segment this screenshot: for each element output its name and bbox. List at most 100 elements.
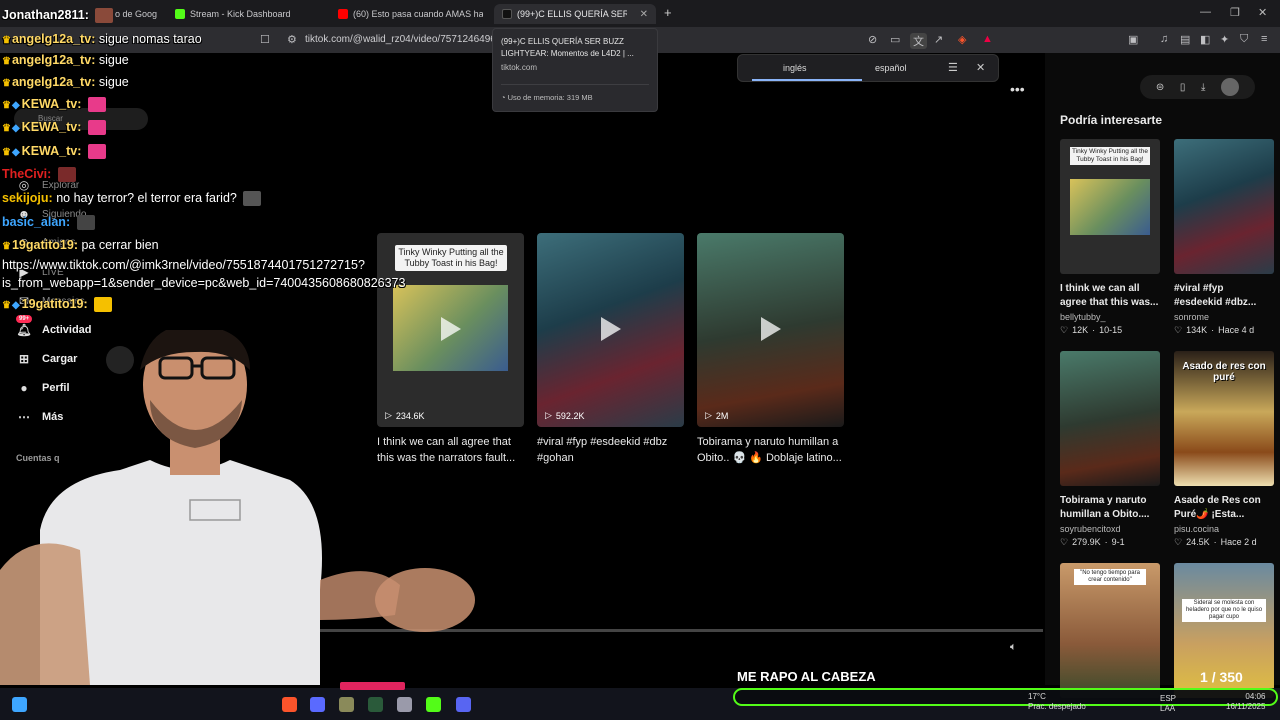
heart-icon: ♡ — [1174, 537, 1183, 547]
video-thumbnail[interactable]: ▷ 592.2K — [537, 233, 684, 427]
translate-menu-icon[interactable]: ☰ — [948, 61, 958, 74]
rail-thumbnail[interactable] — [1174, 139, 1274, 274]
rail-thumbnail[interactable]: "No tengo tiempo para crear contenido" — [1060, 563, 1160, 698]
chat-username[interactable]: angelg12a_tv — [12, 53, 91, 67]
rail-author[interactable]: pisu.cocina — [1174, 524, 1274, 534]
tab-youtube[interactable]: (60) Esto pasa cuando AMAS hasta el... — [338, 4, 483, 24]
tab-tiktok[interactable]: (99+)C ELLIS QUERÍA SER BUZZ ✕ — [494, 4, 656, 24]
chat-username[interactable]: angelg12a_tv — [12, 32, 91, 46]
close-icon[interactable]: ✕ — [640, 9, 648, 20]
thumbnail-caption: Asado de res con puré — [1182, 361, 1266, 383]
weather-widget[interactable]: 17°C Prac. despejado — [1028, 692, 1086, 712]
share-icon[interactable]: ↗ — [934, 33, 943, 46]
rail-caption[interactable]: #viral #fyp #esdeekid #dbz... — [1174, 282, 1274, 310]
windows-start-icon[interactable] — [12, 697, 27, 712]
discord-icon[interactable] — [456, 697, 471, 712]
rail-video-card[interactable]: Tobirama y naruto humillan a Obito.... s… — [1060, 351, 1160, 548]
target-language-tab[interactable]: español — [875, 63, 907, 73]
chat-username[interactable]: KEWA_tv — [22, 120, 78, 134]
video-card[interactable]: ▷ 592.2K #viral #fyp #esdeekid #dbz #goha… — [537, 233, 684, 466]
app-icon[interactable] — [310, 697, 325, 712]
youtube-icon — [338, 9, 348, 19]
kick-icon[interactable] — [426, 697, 441, 712]
rail-video-card[interactable]: "No tengo tiempo para crear contenido" — [1060, 563, 1160, 698]
emote-icon — [94, 297, 113, 313]
chat-username[interactable]: Jonathan2811 — [2, 8, 85, 22]
rail-thumbnail[interactable]: Tinky Winky Putting all the Tubby Toast … — [1060, 139, 1160, 274]
download-icon[interactable]: ⤓ — [1201, 82, 1205, 93]
chat-username[interactable]: basic_alan — [2, 215, 66, 229]
rewards-icon[interactable]: ▲ — [982, 33, 993, 45]
chat-username[interactable]: TheCivi — [2, 167, 47, 181]
brave-shield-icon[interactable]: ◈ — [958, 33, 966, 46]
chat-link[interactable]: is_from_webapp=1&sender_device=pc&web_id… — [2, 276, 405, 290]
rail-video-card[interactable]: Asado de res con puré Asado de Res con P… — [1174, 351, 1274, 548]
video-caption[interactable]: Tobirama y naruto humillan a Obito.. 💀 🔥… — [697, 434, 844, 466]
rail-author[interactable]: bellytubby_ — [1060, 312, 1160, 322]
tab-kick-dashboard[interactable]: Stream - Kick Dashboard — [175, 4, 325, 24]
tab-label: (60) Esto pasa cuando AMAS hasta el... — [353, 9, 483, 19]
language-indicator[interactable]: ESP LAA — [1160, 694, 1176, 714]
cast-icon[interactable]: ▭ — [890, 33, 900, 46]
chat-link[interactable]: https://www.tiktok.com/@imk3rnel/video/7… — [2, 258, 365, 272]
video-card[interactable]: ▷ 2M Tobirama y naruto humillan a Obito..… — [697, 233, 844, 466]
no-tracking-icon[interactable]: ⊘ — [868, 33, 877, 46]
bookmark-icon[interactable]: ☐ — [260, 33, 270, 46]
translate-icon[interactable]: 文 — [910, 33, 927, 49]
close-window-icon[interactable]: ✕ — [1258, 6, 1267, 19]
system-clock[interactable]: 04:06 16/11/2025 — [1226, 692, 1265, 712]
kick-icon — [175, 9, 185, 19]
rail-video-card[interactable]: Tinky Winky Putting all the Tubby Toast … — [1060, 139, 1160, 336]
rail-video-card[interactable]: #viral #fyp #esdeekid #dbz... sonrome ♡ 1… — [1174, 139, 1274, 336]
ai-icon[interactable]: ✦ — [1220, 33, 1229, 46]
sidebar-icon[interactable]: ▣ — [1128, 33, 1138, 46]
new-tab-button[interactable]: + — [664, 5, 672, 20]
tab-label: (99+)C ELLIS QUERÍA SER BUZZ — [517, 9, 627, 19]
brave-icon[interactable] — [282, 697, 297, 712]
gift-banner — [340, 682, 405, 690]
rail-author[interactable]: soyrubencitoxd — [1060, 524, 1160, 534]
obs-icon[interactable] — [397, 697, 412, 712]
site-settings-icon[interactable]: ⚙ — [287, 33, 297, 46]
terminal-icon[interactable] — [368, 697, 383, 712]
coins-icon[interactable]: ⊜ — [1156, 82, 1164, 93]
menu-icon[interactable]: ≡ — [1261, 33, 1267, 45]
avatar[interactable] — [1221, 78, 1240, 96]
active-tab-indicator — [752, 79, 862, 81]
chat-username[interactable]: 19gatito19 — [22, 297, 84, 311]
vpn-icon[interactable]: ⛉ — [1240, 33, 1248, 46]
url-field[interactable]: tiktok.com/@walid_rz04/video/75712464962… — [305, 34, 507, 45]
more-options-icon[interactable]: ••• — [1010, 81, 1025, 97]
chat-username[interactable]: KEWA_tv — [22, 144, 78, 158]
video-caption[interactable]: #viral #fyp #esdeekid #dbz #gohan — [537, 434, 684, 466]
music-icon[interactable]: ♫ — [1160, 33, 1168, 45]
rail-caption[interactable]: I think we can all agree that this was..… — [1060, 282, 1160, 310]
rail-thumbnail[interactable] — [1060, 351, 1160, 486]
extensions-icon[interactable]: ◧ — [1200, 33, 1210, 46]
rail-caption[interactable]: Tobirama y naruto humillan a Obito.... — [1060, 494, 1160, 522]
chat-message: ♛19gatito19: pa cerrar bien — [2, 238, 159, 252]
chat-message: ♛angelg12a_tv: sigue — [2, 53, 129, 67]
streamer-webcam — [0, 330, 475, 685]
volume-icon[interactable]: 🔈︎ — [1010, 641, 1017, 654]
rail-title: Podría interesarte — [1060, 113, 1163, 127]
close-icon[interactable]: ✕ — [976, 61, 985, 74]
rail-thumbnail[interactable]: Asado de res con puré — [1174, 351, 1274, 486]
source-language-tab[interactable]: inglés — [783, 63, 807, 73]
minimize-icon[interactable]: — — [1200, 6, 1211, 18]
chat-message: https://www.tiktok.com/@imk3rnel/video/7… — [2, 258, 365, 272]
rail-meta: ♡ 12K · 10-15 — [1060, 325, 1123, 335]
chat-username[interactable]: 19gatito19 — [12, 238, 74, 252]
chat-message: Jonathan2811: — [2, 8, 114, 24]
chat-username[interactable]: angelg12a_tv — [12, 75, 91, 89]
app-icon[interactable] — [339, 697, 354, 712]
video-thumbnail[interactable]: ▷ 2M — [697, 233, 844, 427]
reader-icon[interactable]: ▤ — [1180, 33, 1190, 46]
thumbnail-caption: Sideral se molesta con heladero por que … — [1182, 599, 1266, 622]
rail-caption[interactable]: Asado de Res con Puré🌶️ ¡Esta... — [1174, 494, 1274, 522]
restore-icon[interactable]: ❐ — [1230, 6, 1240, 19]
chat-username[interactable]: sekijoju — [2, 191, 49, 205]
rail-author[interactable]: sonrome — [1174, 312, 1274, 322]
chat-username[interactable]: KEWA_tv — [22, 97, 78, 111]
phone-icon[interactable]: ▯ — [1180, 82, 1186, 93]
